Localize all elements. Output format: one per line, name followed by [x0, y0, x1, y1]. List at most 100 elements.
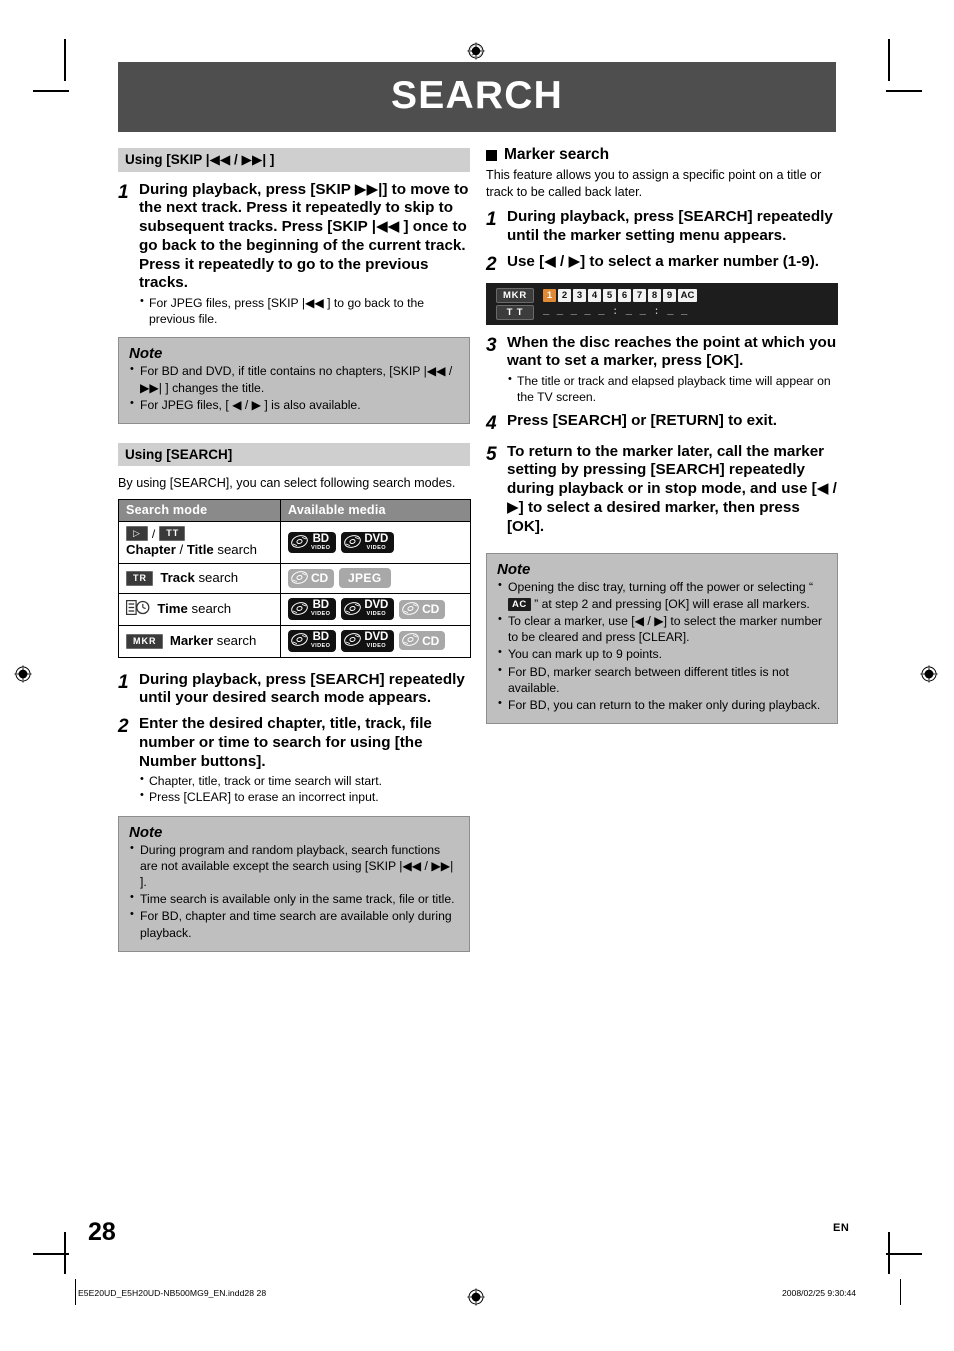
cell-search-mode: MKR Marker search — [118, 624, 281, 658]
step-number: 2 — [118, 716, 129, 738]
step-marker-4: 4 Press [SEARCH] or [RETURN] to exit. — [486, 412, 838, 435]
mode-label-chapter-title: Chapter / Title search — [126, 542, 257, 558]
osd-number-9[interactable]: 9 — [663, 288, 676, 302]
cell-available-media: BD VIDEO DVD VIDEO — [280, 624, 471, 658]
step-number: 4 — [486, 413, 497, 435]
step-text: To return to the marker later, call the … — [507, 442, 837, 535]
disc-icon — [402, 633, 419, 648]
note-text-pre: Opening the disc tray, turning off the p… — [508, 580, 814, 595]
table-row: MKR Marker search BD VIDEO DVD VIDEO CD — [118, 624, 471, 658]
bullet-square-icon — [486, 149, 497, 161]
osd-number-3[interactable]: 3 — [573, 288, 586, 302]
right-column: Marker search This feature allows you to… — [486, 146, 838, 725]
list-item: For BD, chapter and time search are avai… — [129, 907, 459, 940]
section-header-using-search: Using [SEARCH] — [118, 442, 470, 467]
chapter-icon: ▷ — [126, 526, 148, 542]
osd-number-2[interactable]: 2 — [558, 288, 571, 302]
step-text: When the disc reaches the point at which… — [507, 333, 837, 370]
note-title: Note — [129, 345, 163, 363]
note-text-post: ” at step 2 and pressing [OK] will erase… — [530, 596, 810, 611]
table-row: TR Track search CD JPEG — [118, 563, 471, 595]
time-icon — [126, 599, 150, 619]
step-number: 1 — [486, 209, 497, 230]
note-list: For BD and DVD, if title contains no cha… — [129, 362, 459, 413]
track-icon: TR — [126, 571, 153, 587]
step-marker-1: 1 During playback, press [SEARCH] repeat… — [486, 208, 838, 246]
search-mode-table: Search mode Available media ▷ / TT Chapt… — [118, 499, 471, 658]
step-skip-1: 1 During playback, press [SKIP ▶▶|] to m… — [118, 181, 470, 328]
media-badge-bd-video: BD VIDEO — [288, 531, 337, 554]
disc-icon — [344, 535, 362, 550]
list-item: Time search is available only in the sam… — [129, 890, 459, 907]
list-item: For BD, you can return to the maker only… — [497, 696, 827, 713]
title-icon: TT — [159, 526, 186, 542]
table-row: ▷ / TT Chapter / Title search BD VIDEO D… — [118, 521, 471, 565]
note-title: Note — [497, 561, 531, 579]
osd-number-list: 1 2 3 4 5 6 7 8 9 AC — [543, 288, 697, 302]
osd-number-6[interactable]: 6 — [618, 288, 631, 302]
step-number: 5 — [486, 443, 497, 465]
media-badge-dvd-video: DVD VIDEO — [341, 531, 395, 554]
osd-number-7[interactable]: 7 — [633, 288, 646, 302]
disc-icon — [291, 601, 308, 617]
note-box-skip: Note For BD and DVD, if title contains n… — [118, 337, 470, 424]
step-text: Use [◀ / ▶] to select a marker number (1… — [507, 252, 820, 270]
osd-tt-tag: T T — [496, 304, 534, 321]
cell-available-media: BD VIDEO DVD VIDEO — [280, 521, 471, 565]
search-intro-text: By using [SEARCH], you can select follow… — [118, 476, 456, 491]
step-text: During playback, press [SKIP ▶▶|] to mov… — [139, 180, 469, 292]
marker-icon: MKR — [126, 633, 163, 649]
list-item: For JPEG files, press [SKIP |◀◀ ] to go … — [139, 294, 470, 327]
table-row: Time search BD VIDEO DVD VIDEO CD — [118, 593, 471, 626]
step-text: During playback, press [SEARCH] repeated… — [507, 208, 833, 244]
note-box-marker: Note Opening the disc tray, turning off … — [486, 553, 838, 725]
crop-mark-top-left-h — [33, 90, 69, 92]
cell-search-mode: ▷ / TT Chapter / Title search — [118, 521, 281, 565]
step-marker-5: 5 To return to the marker later, call th… — [486, 443, 838, 537]
step-number: 2 — [486, 253, 497, 275]
crop-mark-bottom-left-h — [33, 1253, 69, 1255]
page-title-band: SEARCH — [118, 62, 836, 132]
footer-filename: E5E20UD_E5H20UD-NB500MG9_EN.indd28 28 — [78, 1288, 267, 1298]
crop-mark-top-right-h — [886, 90, 922, 92]
step-search-1: 1 During playback, press [SEARCH] repeat… — [118, 671, 470, 709]
osd-marker-row: MKR 1 2 3 4 5 6 7 8 9 AC — [496, 287, 697, 304]
marker-search-heading: Marker search — [486, 146, 838, 164]
step-bullet-list: Chapter, title, track or time search wil… — [139, 772, 470, 805]
disc-icon — [291, 535, 308, 550]
step-search-2: 2 Enter the desired chapter, title, trac… — [118, 715, 470, 805]
mode-label-track: TR Track search — [126, 570, 274, 587]
cell-available-media: BD VIDEO DVD VIDEO — [280, 593, 471, 626]
step-marker-2: 2 Use [◀ / ▶] to select a marker number … — [486, 253, 838, 276]
footer-rule-left — [75, 1279, 77, 1305]
osd-clear-all-button[interactable]: AC — [678, 288, 697, 302]
osd-number-4[interactable]: 4 — [588, 288, 601, 302]
crop-mark-top-right-v — [888, 39, 890, 81]
media-badge-dvd-video: DVD VIDEO — [341, 598, 395, 620]
manual-page: SEARCH Using [SKIP |◀◀ / ▶▶| ] 1 During … — [0, 0, 954, 1351]
note-list: During program and random playback, sear… — [129, 841, 459, 941]
step-text: Enter the desired chapter, title, track,… — [139, 715, 432, 770]
footer-timestamp: 2008/02/25 9:30:44 — [782, 1288, 857, 1298]
disc-icon — [402, 601, 419, 617]
column-header-available-media: Available media — [280, 499, 471, 523]
cell-search-mode: TR Track search — [118, 563, 281, 595]
step-bullet-list: The title or track and elapsed playback … — [507, 372, 838, 405]
osd-number-5[interactable]: 5 — [603, 288, 616, 302]
osd-number-8[interactable]: 8 — [648, 288, 661, 302]
note-box-search: Note During program and random playback,… — [118, 815, 470, 952]
note-list: Opening the disc tray, turning off the p… — [497, 578, 827, 713]
marker-search-heading-label: Marker search — [504, 146, 610, 163]
step-bullet-list: For JPEG files, press [SKIP |◀◀ ] to go … — [139, 294, 470, 327]
media-badge-cd: CD — [399, 599, 446, 619]
osd-title-row: T T _ _ _ _ _ : _ _ : _ _ — [496, 304, 688, 321]
osd-number-1[interactable]: 1 — [543, 288, 556, 302]
step-marker-3: 3 When the disc reaches the point at whi… — [486, 334, 838, 406]
page-title: SEARCH — [391, 74, 563, 118]
note-title: Note — [129, 823, 163, 841]
language-mark: EN — [833, 1222, 850, 1234]
ac-chip-icon: AC — [508, 597, 531, 612]
disc-icon — [291, 633, 308, 648]
crop-mark-top-left-v — [64, 39, 66, 81]
media-badge-jpeg: JPEG — [338, 568, 391, 589]
